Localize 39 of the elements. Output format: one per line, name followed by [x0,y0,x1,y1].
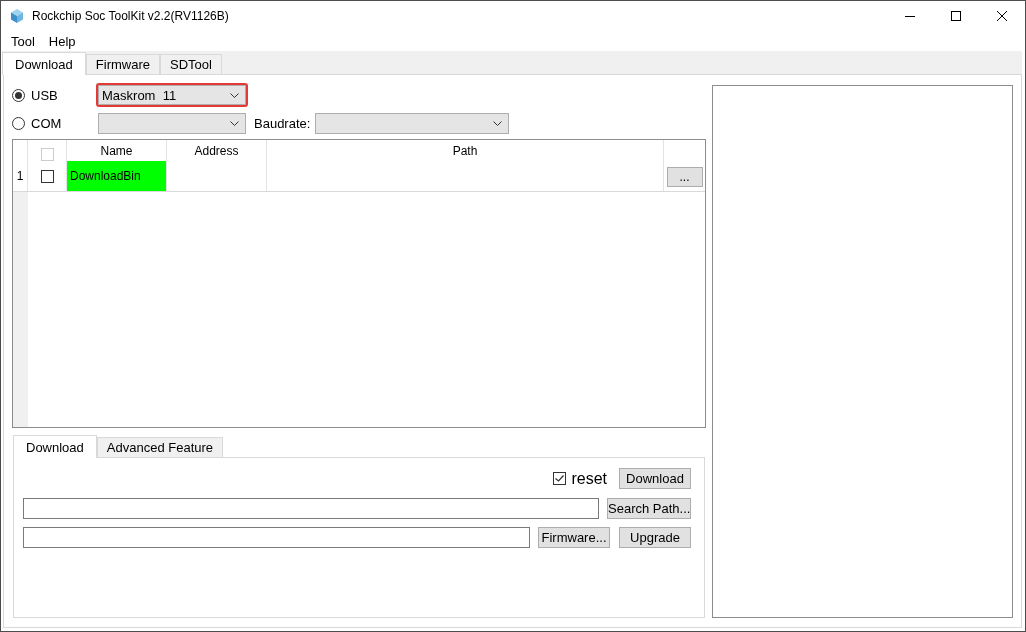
radio-button[interactable] [12,88,25,102]
menu-item[interactable]: Tool [4,33,42,49]
radio-button[interactable] [12,116,25,130]
download-button[interactable]: Download [619,468,691,489]
window-title: Rockchip Soc ToolKit v2.2(RV1126B) [32,9,229,23]
table-cell: DownloadBin [67,161,167,191]
device-dropdown[interactable]: Maskrom 11 [96,83,248,107]
tab[interactable]: Download [2,52,86,75]
tab[interactable]: SDTool [160,54,222,74]
baudrate-dropdown[interactable] [315,112,510,134]
radio-label[interactable]: USB [31,87,96,103]
reset-checkbox[interactable] [553,472,567,485]
row-checkbox[interactable] [40,169,54,183]
baudrate-label: Baudrate: [254,115,311,131]
column-header: Path [452,144,478,158]
port-dropdown[interactable] [98,112,246,134]
chevron-down-icon [230,92,239,98]
close-icon [997,11,1007,21]
input-field[interactable] [23,498,599,519]
menu-item[interactable]: Help [41,33,83,49]
chevron-down-icon [493,120,503,126]
checkbox-label[interactable]: reset [571,469,607,488]
maximize-icon [951,11,961,21]
chevron-down-icon [230,120,239,126]
column-header: Address [194,144,239,158]
input-field[interactable] [23,527,530,548]
firmware-button[interactable]: Firmware... [538,527,610,548]
browse-button[interactable]: ... [666,167,703,187]
row-number: 1 [16,169,24,183]
minimize-icon [905,15,915,17]
tab[interactable]: Firmware [85,54,160,74]
radio-label[interactable]: COM [31,115,96,131]
column-header: Name [100,144,133,158]
tab[interactable]: Advanced Feature [96,437,224,457]
cube-icon [10,9,24,23]
checkmark-icon [555,475,565,482]
upgrade-button[interactable]: Upgrade [619,527,691,548]
tab[interactable]: Download [13,435,97,458]
search-path-button[interactable]: Search Path... [607,498,691,519]
